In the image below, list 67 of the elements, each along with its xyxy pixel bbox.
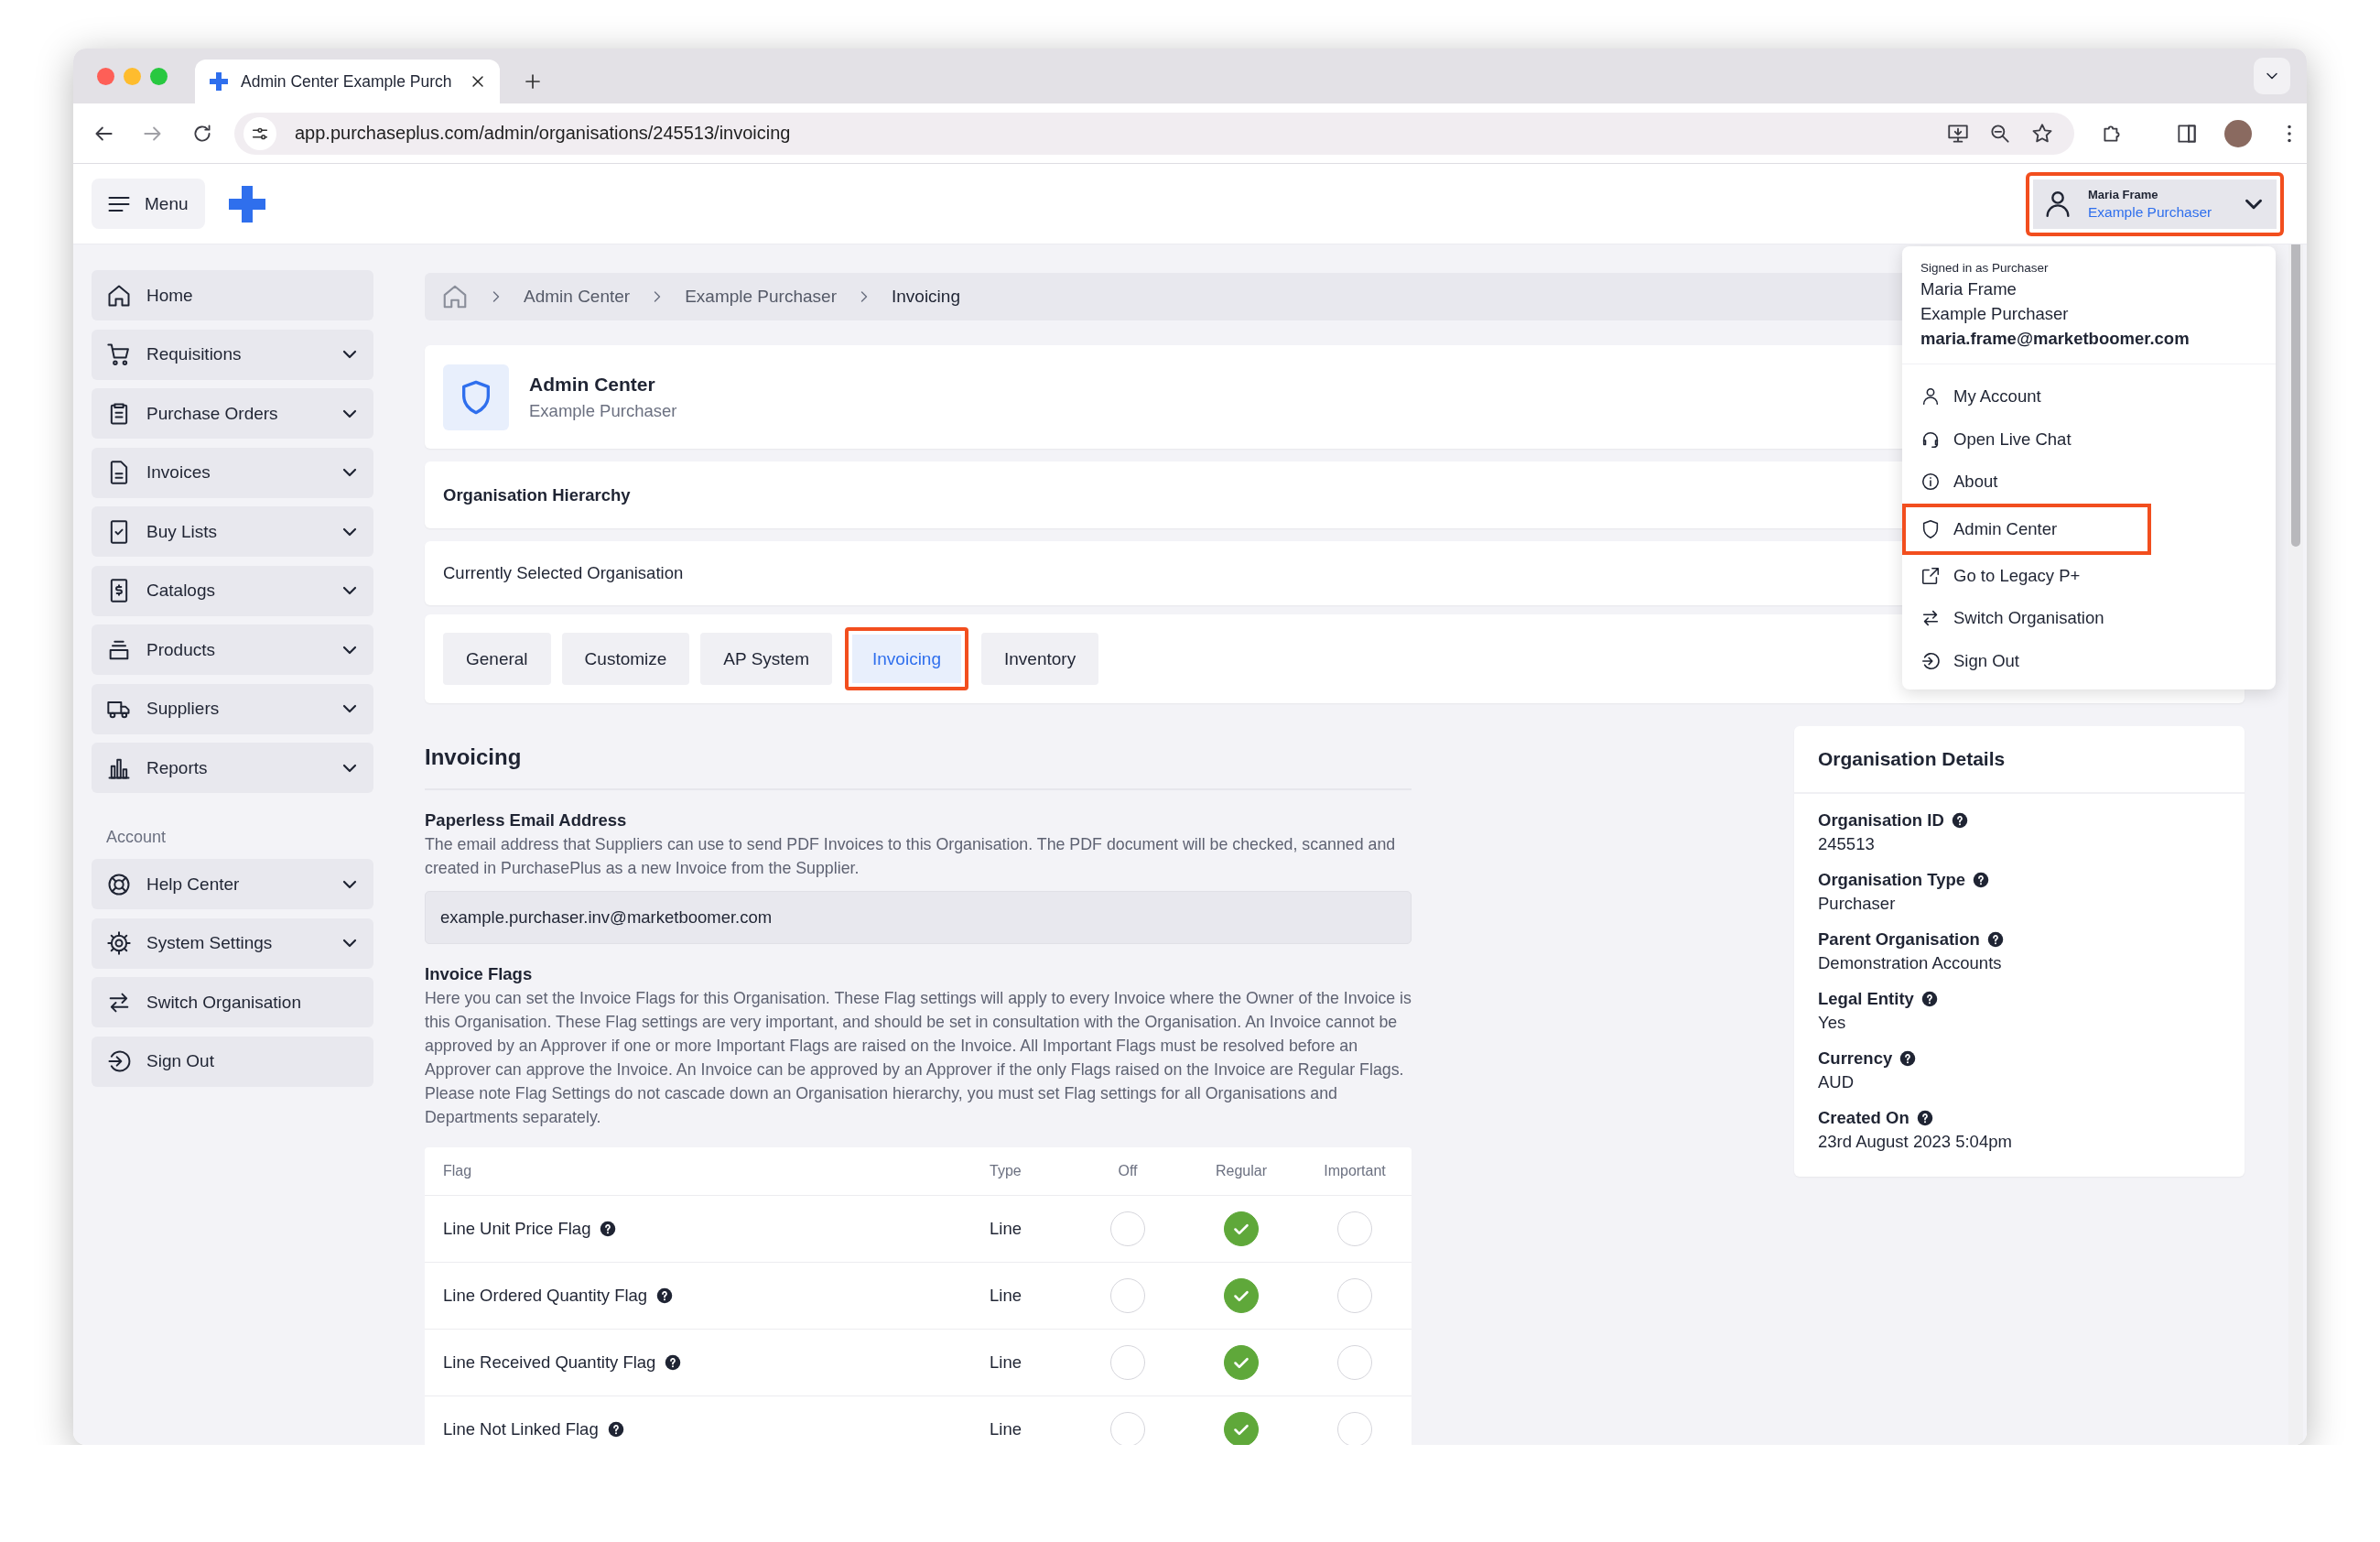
table-cell: Line Received Quantity Flag <box>443 1352 656 1373</box>
menu-item[interactable]: Sign Out <box>1902 639 2276 682</box>
field-value: 23rd August 2023 5:04pm <box>1818 1132 2013 1152</box>
table-cell: Line Ordered Quantity Flag <box>443 1286 648 1306</box>
browser-tab[interactable]: Admin Center Example Purch <box>195 60 500 103</box>
breadcrumb-link[interactable]: Admin Center <box>524 287 631 307</box>
tab[interactable]: Inventory <box>981 633 1099 685</box>
tab[interactable]: Customize <box>561 633 690 685</box>
field-value: Yes <box>1818 1013 1847 1033</box>
table-cell: Line Not Linked Flag <box>443 1419 599 1439</box>
sidebar-item[interactable]: Catalogs <box>92 565 373 616</box>
menu-item[interactable]: My Account <box>1902 375 2276 418</box>
field-title: Paperless Email Address <box>425 810 628 831</box>
user-email: maria.frame@marketboomer.com <box>1920 329 2191 349</box>
email-field[interactable]: example.purchaser.inv@marketboomer.com <box>425 891 1412 944</box>
breadcrumb-link[interactable]: Invoicing <box>891 287 960 307</box>
section-title: Invoicing <box>425 726 1412 790</box>
tab[interactable]: General <box>443 633 551 685</box>
user-name: Maria Frame <box>1920 279 2018 299</box>
tab[interactable]: AP System <box>700 633 832 685</box>
sidebar-item[interactable]: Purchase Orders <box>92 388 373 439</box>
page-title: Admin Center <box>529 373 656 396</box>
column-header: Regular <box>1215 1163 1268 1179</box>
user-menu-button[interactable]: Maria Frame Example Purchaser <box>2026 171 2284 236</box>
sidebar-item[interactable]: Requisitions <box>92 329 373 380</box>
table-cell-text: Line <box>990 1419 1022 1439</box>
field-value: AUD <box>1818 1072 1855 1092</box>
column-header: Off <box>1117 1163 1139 1179</box>
breadcrumb-link[interactable]: Example Purchaser <box>685 287 837 307</box>
sidebar-item[interactable]: Products <box>92 624 373 675</box>
field-value: 245513 <box>1818 834 1876 854</box>
field-label: Parent Organisation <box>1818 929 1980 950</box>
sidebar-item[interactable]: Suppliers <box>92 683 373 734</box>
menu-item[interactable]: Open Live Chat <box>1902 418 2276 461</box>
sidebar-item[interactable]: Buy Lists <box>92 506 373 557</box>
sidebar-item[interactable]: Reports <box>92 743 373 793</box>
table-cell-text: Line <box>990 1286 1022 1306</box>
address-bar[interactable]: app.purchaseplus.com/admin/organisations/245513/invoicing <box>234 112 2074 155</box>
field-label: Currency <box>1818 1048 1893 1069</box>
column-header: Type <box>990 1163 1022 1179</box>
sidebar-item[interactable]: Switch Organisation <box>92 977 373 1027</box>
table-cell: Line Unit Price Flag <box>443 1219 591 1239</box>
tab[interactable]: Invoicing <box>845 627 968 690</box>
page-subtitle: Example Purchaser <box>529 400 677 421</box>
field-label: Legal Entity <box>1818 989 1914 1009</box>
menu-button[interactable]: Menu <box>92 179 205 229</box>
field-description: The email address that Suppliers can use to send PDF Invoices to this Organisation. The PDF document will be checked, scanned and created in PurchasePlus as a new Invoice from the Supplier. <box>425 834 1397 879</box>
field-value: Demonstration Accounts <box>1818 953 2003 973</box>
sidebar-item[interactable]: System Settings <box>92 918 373 969</box>
table-cell-text: Line <box>990 1352 1022 1373</box>
section-label: Account <box>105 826 168 848</box>
column-header: Important <box>1323 1163 1387 1179</box>
table-cell-text: Line <box>990 1219 1022 1239</box>
sidebar-item[interactable]: Help Center <box>92 859 373 909</box>
sidebar-item[interactable]: Sign Out <box>92 1036 373 1087</box>
field-label: Organisation Type <box>1818 870 1966 890</box>
column-header: Flag <box>443 1163 473 1179</box>
signed-in-label: Signed in as Purchaser <box>1920 261 2050 275</box>
field-title: Invoice Flags <box>425 964 534 984</box>
card-title: Organisation Details <box>1794 726 2245 794</box>
sidebar-item[interactable]: Invoices <box>92 447 373 498</box>
sidebar-item[interactable]: Home <box>92 270 373 320</box>
field-label: Organisation ID <box>1818 810 1944 831</box>
field-label: Created On <box>1818 1108 1909 1128</box>
field-description: Here you can set the Invoice Flags for this Organisation. These Flag settings will apply to every Invoice where the Owner of the Invoice is this Organisation. These Flag settings are very important, and should be set in consultation with the Organisation. An Invoice cannot be approved by an Approver if one or more Important Flags are raised on the Invoice. All Important Flags must be resolved before an Approver can approve the Invoice. An Invoice can be approved by an Approver if the only Flags raised on the Invoice are Regular Flags. Please note Flag Settings do not cascade down an Organisation hierarchy, you must set Flag settings for all Organisations and Departments separately. <box>425 988 1412 1128</box>
field-value: Purchaser <box>1818 894 1897 914</box>
organisation-name: Example Purchaser <box>1920 304 2070 324</box>
